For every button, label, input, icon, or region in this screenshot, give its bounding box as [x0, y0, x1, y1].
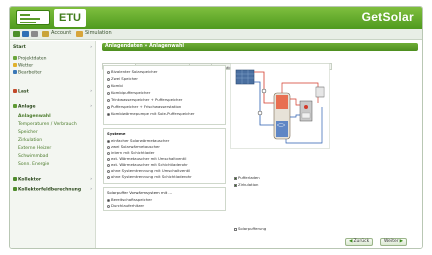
- system-type-group: Bivalenter Solarspeicher Zwei Speicher K…: [103, 65, 226, 125]
- folder-icon[interactable]: [13, 31, 20, 37]
- system-diagram: [230, 63, 330, 149]
- option-intern-schichtlader[interactable]: intern mit Schichtlader: [107, 150, 154, 155]
- radio-button-selected[interactable]: [107, 198, 110, 202]
- checkbox-solarpufferung[interactable]: Solarpufferung: [234, 226, 266, 231]
- option-bereitschaft[interactable]: Bereitschaftsspeicher: [107, 197, 152, 202]
- load-icon: [13, 89, 17, 93]
- radio-button[interactable]: [107, 98, 110, 102]
- radio-button-selected[interactable]: [107, 139, 110, 143]
- radio-button[interactable]: [107, 145, 110, 149]
- radio-button[interactable]: [107, 77, 110, 81]
- sidebar-item-speicher[interactable]: Speicher: [18, 130, 38, 135]
- system-icon: [13, 104, 17, 108]
- option-ext-schichtlade[interactable]: ext. Wärmetauscher mit Schichtladerohr: [107, 162, 188, 167]
- radio-button-selected[interactable]: [107, 112, 110, 116]
- checkbox-zirkulation[interactable]: Zirkulation: [234, 182, 258, 187]
- sidebar-item-externe-heizer[interactable]: Externe Heizer: [18, 146, 51, 151]
- sidebar-item-projektdaten[interactable]: Projektdaten: [13, 56, 47, 62]
- chevron-right-icon: ›: [90, 45, 92, 50]
- vorwaerm-title: Solarpuffer Vorwärmsystem mit ...: [107, 190, 173, 195]
- solar-collector-icon: [235, 69, 255, 85]
- radio-button[interactable]: [107, 84, 110, 88]
- sidebar-item-start[interactable]: Start: [13, 45, 26, 50]
- option-durchlauf[interactable]: Durchlauferhitzer: [107, 203, 144, 208]
- heat-pump-icon: [299, 100, 313, 122]
- checkbox-checked[interactable]: [234, 176, 237, 180]
- option-einfacher-wt[interactable]: einfacher Solarwärmetauscher: [107, 138, 169, 143]
- next-button[interactable]: Weiter▶: [380, 238, 408, 246]
- radio-button[interactable]: [107, 70, 110, 74]
- sidebar-item-last[interactable]: Last: [13, 89, 29, 95]
- radio-button[interactable]: [107, 157, 110, 161]
- toolbar: Account Simulation: [10, 29, 422, 40]
- product-title: GetSolar: [361, 10, 414, 24]
- radio-button[interactable]: [107, 91, 110, 95]
- option-ohne-umschalt[interactable]: ohne Systemtrennung mit Umschaltventil: [107, 168, 190, 173]
- simulation-label[interactable]: Simulation: [85, 30, 112, 36]
- option-trinkwasser-puffer[interactable]: Trinkwasserspeicher + Pufferspeicher: [107, 97, 182, 102]
- radio-button[interactable]: [107, 151, 110, 155]
- back-button[interactable]: ◀Zurück: [345, 238, 374, 246]
- radio-button[interactable]: [107, 169, 110, 173]
- sidebar-item-sonn-energie[interactable]: Sonn. Energie: [18, 162, 49, 167]
- back-arrow-icon: ◀: [349, 239, 353, 244]
- sidebar-item-temperaturen[interactable]: Temperaturen / Verbrauch: [18, 122, 77, 127]
- next-arrow-icon: ▶: [399, 239, 404, 244]
- account-icon[interactable]: [42, 31, 49, 37]
- option-kombipuffer[interactable]: Kombipufferspeicher: [107, 90, 150, 95]
- sidebar-item-anlage[interactable]: Anlage: [13, 104, 36, 110]
- sidebar-item-zirkulation[interactable]: Zirkulation: [18, 138, 42, 143]
- tab-bar: AnlagenwahlTemperaturen / VerbrauchSpeic…: [102, 54, 333, 70]
- page-title-bar: Anlagendaten » Anlagenwahl: [102, 43, 418, 51]
- chevron-down-icon: ›: [90, 104, 92, 109]
- vorwaerm-group: Solarpuffer Vorwärmsystem mit ... Bereit…: [103, 187, 226, 211]
- chevron-right-icon: ›: [90, 187, 92, 192]
- save-icon[interactable]: [22, 31, 29, 37]
- user-icon: [13, 70, 17, 74]
- app-window: ETU GetSolar Account Simulation Start › …: [9, 6, 423, 249]
- radio-button[interactable]: [107, 204, 110, 208]
- sidebar-item-anlagenwahl[interactable]: Anlagenwahl: [18, 114, 51, 119]
- option-ohne-schichtlade[interactable]: ohne Systemtrennung mit Schichtladerohr: [107, 174, 192, 179]
- option-kombiwaermepumpe[interactable]: Kombiwärmepumpe mit Sole-Pufferspeicher: [107, 111, 194, 116]
- brand-logo: ETU: [54, 9, 86, 27]
- option-kombi[interactable]: Kombi: [107, 83, 123, 88]
- option-puffer-frischwasser[interactable]: Pufferspeicher + Frischwasserstation: [107, 104, 181, 109]
- print-icon[interactable]: [31, 31, 38, 37]
- sidebar-item-kollektorfeldberechnung[interactable]: Kollektorfeldberechnung: [13, 187, 81, 193]
- sidebar-item-schwimmbad[interactable]: Schwimmbad: [18, 154, 48, 159]
- checkbox-checked[interactable]: [234, 183, 237, 187]
- radio-button[interactable]: [107, 175, 110, 179]
- sidebar: Start › Projektdaten Wetter Bearbeiter L…: [10, 41, 96, 248]
- systeme-group: Systeme einfacher Solarwärmetauscher zwe…: [103, 128, 226, 184]
- collector-icon: [13, 177, 17, 181]
- account-label[interactable]: Account: [51, 30, 71, 36]
- sidebar-item-wetter[interactable]: Wetter: [13, 63, 33, 69]
- sidebar-item-bearbeiter[interactable]: Bearbeiter: [13, 70, 42, 76]
- chevron-right-icon: ›: [90, 89, 92, 94]
- page-title: Anlagendaten » Anlagenwahl: [105, 44, 185, 49]
- simulation-icon[interactable]: [76, 31, 83, 37]
- systeme-title: Systeme: [107, 131, 126, 136]
- app-header: ETU GetSolar: [10, 7, 422, 29]
- option-bivalent[interactable]: Bivalenter Solarspeicher: [107, 69, 157, 74]
- vendor-logo: [16, 10, 50, 25]
- weather-icon: [13, 63, 17, 67]
- field-calc-icon: [13, 187, 17, 191]
- chevron-right-icon: ›: [90, 177, 92, 182]
- main-panel: Anlagendaten » Anlagenwahl AnlagenwahlTe…: [97, 41, 422, 248]
- sidebar-item-kollektor[interactable]: Kollektor: [13, 177, 41, 183]
- radio-button[interactable]: [107, 105, 110, 109]
- radio-button[interactable]: [107, 163, 110, 167]
- project-icon: [13, 56, 17, 60]
- radiator-icon: [315, 86, 325, 98]
- option-zwei-speicher[interactable]: Zwei Speicher: [107, 76, 138, 81]
- checkbox-pufferladen[interactable]: Pufferladen: [234, 175, 260, 180]
- option-zwei-wt[interactable]: zwei Solarwärmetauscher: [107, 144, 160, 149]
- checkbox[interactable]: [234, 227, 237, 231]
- option-ext-umschalt[interactable]: ext. Wärmetauscher mit Umschaltventil: [107, 156, 186, 161]
- storage-tank-icon: [273, 92, 291, 140]
